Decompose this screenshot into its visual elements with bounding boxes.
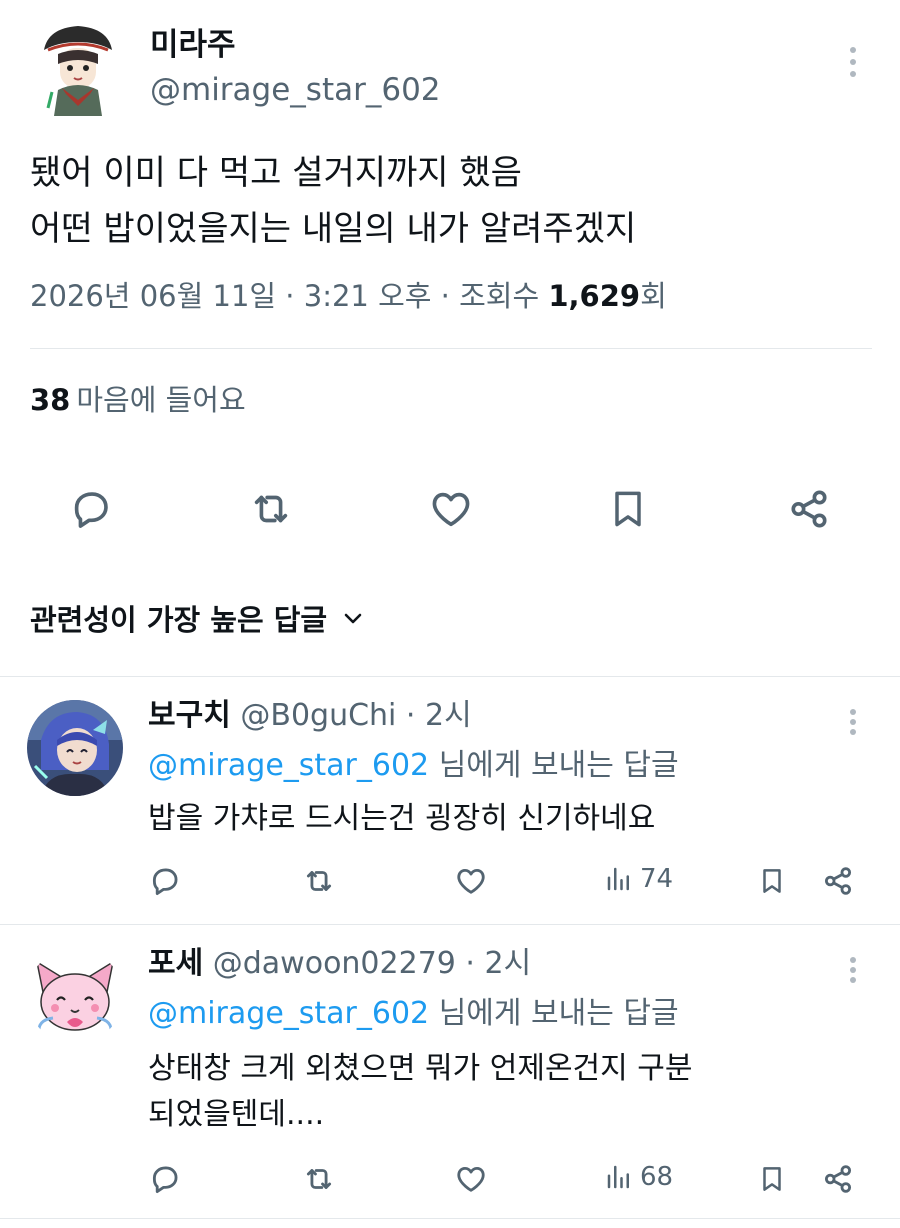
author-avatar[interactable] [38,20,118,120]
more-icon[interactable] [843,704,863,740]
reply-avatar[interactable] [27,948,123,1044]
reply-views[interactable]: 74 [604,864,673,894]
tweet-view-count: 1,629 [548,279,641,313]
bookmark-icon[interactable] [756,862,788,900]
reply-text: 상태창 크게 외쳤으면 뭐가 언제온건지 구분 되었을텐데.... [148,1046,748,1138]
views-icon [607,867,629,891]
reply-item[interactable]: 보구치 @B0guChi · 2시 @mirage_star_602 님에게 보… [0,690,900,926]
views-icon [607,1165,629,1189]
mention-link[interactable]: @mirage_star_602 [148,996,429,1031]
reply-views-count: 74 [640,864,674,894]
replying-to: @mirage_star_602 님에게 보내는 답글 [148,746,679,786]
divider [0,924,900,925]
replying-to-suffix: 님에게 보내는 답글 [429,748,679,783]
reply-icon[interactable] [66,484,116,534]
reply-author-name[interactable]: 포세 [148,946,203,981]
reply-author-name[interactable]: 보구치 [148,698,231,733]
reply-line: 되었을텐데.... [148,1097,325,1132]
reply-action-bar: 74 [0,862,900,902]
replying-to: @mirage_star_602 님에게 보내는 답글 [148,994,679,1034]
tweet-action-bar [0,484,900,534]
share-icon[interactable] [820,862,856,900]
reply-sort-label: 관련성이 가장 높은 답글 [30,603,328,637]
tweet-text: 됐어 이미 다 먹고 설거지까지 했음 어떤 밥이었을지는 내일의 내가 알려주… [30,145,870,257]
reply-views-count: 68 [640,1162,674,1192]
tweet-timestamp[interactable]: 2026년 06월 11일 · 3:21 오후 · 조회수 [30,279,548,313]
divider [0,1218,900,1219]
tweet-view-suffix: 회 [640,279,667,313]
like-icon[interactable] [453,862,489,900]
reply-action-bar: 68 [0,1160,900,1200]
reply-icon[interactable] [148,862,182,900]
retweet-icon[interactable] [300,1160,338,1198]
replying-to-suffix: 님에게 보내는 답글 [429,996,679,1031]
more-icon[interactable] [843,952,863,988]
tweet-line: 어떤 밥이었을지는 내일의 내가 알려주겠지 [30,209,637,249]
reply-avatar[interactable] [27,700,123,796]
chevron-down-icon [341,600,365,640]
reply-views[interactable]: 68 [604,1162,673,1192]
mention-link[interactable]: @mirage_star_602 [148,748,429,783]
tweet-meta: 2026년 06월 11일 · 3:21 오후 · 조회수 1,629회 [30,276,667,316]
divider [0,676,900,677]
reply-text: 밥을 가챠로 드시는건 굉장히 신기하네요 [148,796,748,842]
retweet-icon[interactable] [245,484,297,534]
bookmark-icon[interactable] [605,484,651,534]
reply-author-handle[interactable]: @dawoon02279 · 2시 [213,946,531,981]
like-icon[interactable] [453,1160,489,1198]
reply-author-handle[interactable]: @B0guChi · 2시 [240,698,471,733]
reply-header: 포세 @dawoon02279 · 2시 [148,944,531,984]
author-display-name[interactable]: 미라주 [150,27,236,63]
tweet-line: 됐어 이미 다 먹고 설거지까지 했음 [30,153,522,193]
reply-icon[interactable] [148,1160,182,1198]
like-icon[interactable] [426,484,476,534]
divider [30,348,872,349]
reply-line: 상태창 크게 외쳤으면 뭐가 언제온건지 구분 [148,1051,693,1086]
likes-count: 38 [30,383,71,417]
likes-label: 마음에 들어요 [76,383,246,417]
bookmark-icon[interactable] [756,1160,788,1198]
reply-item[interactable]: 포세 @dawoon02279 · 2시 @mirage_star_602 님에… [0,938,900,1228]
author-handle[interactable]: @mirage_star_602 [150,72,441,108]
more-icon[interactable] [843,42,863,82]
reply-header: 보구치 @B0guChi · 2시 [148,696,472,736]
tweet-header: 미라주 @mirage_star_602 [0,0,900,140]
share-icon[interactable] [820,1160,856,1198]
reply-line: 밥을 가챠로 드시는건 굉장히 신기하네요 [148,801,656,836]
share-icon[interactable] [785,484,833,534]
retweet-icon[interactable] [300,862,338,900]
reply-sort-dropdown[interactable]: 관련성이 가장 높은 답글 [30,600,365,640]
likes-summary[interactable]: 38 마음에 들어요 [30,380,246,420]
